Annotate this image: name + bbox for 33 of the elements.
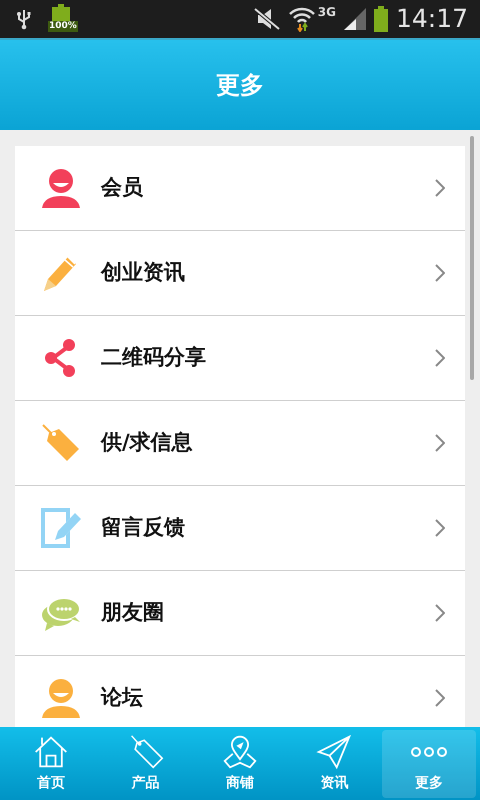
menu-label: 二维码分享 [101,344,206,372]
mute-icon [254,8,280,30]
menu-label: 创业资讯 [101,259,185,286]
chevron-icon [435,179,445,197]
chevron-icon [435,264,445,282]
chevron-icon [435,689,445,707]
menu-label: 朋友圈 [101,599,164,626]
send-icon [316,734,352,770]
chevron-icon [435,604,445,622]
signal-icon [344,8,366,30]
page-title: 更多 [216,70,264,101]
menu-label: 论坛 [101,684,143,712]
chevron-icon [435,349,445,367]
status-time: 14:17 [396,3,468,36]
menu-label: 供/求信息 [101,429,193,456]
network-type: 3G [318,4,336,22]
menu-item[interactable]: 会员 [15,146,465,231]
battery-text: 100% [48,21,78,32]
more-icon [410,747,447,757]
chevron-icon [435,434,445,452]
chevron-icon [435,519,445,537]
menu-item[interactable]: 供/求信息 [15,401,465,486]
menu-item[interactable]: 朋友圈 [15,571,465,656]
map-pin-icon [222,734,258,770]
usb-icon [16,8,32,30]
menu-label: 会员 [101,174,143,202]
wifi-icon [288,6,316,32]
menu-label: 留言反馈 [101,514,185,542]
menu-item[interactable]: 二维码分享 [15,316,465,401]
menu-item[interactable]: 留言反馈 [15,486,465,571]
menu-item[interactable]: 创业资讯 [15,231,465,316]
home-icon [33,734,70,770]
battery-icon [374,6,388,32]
